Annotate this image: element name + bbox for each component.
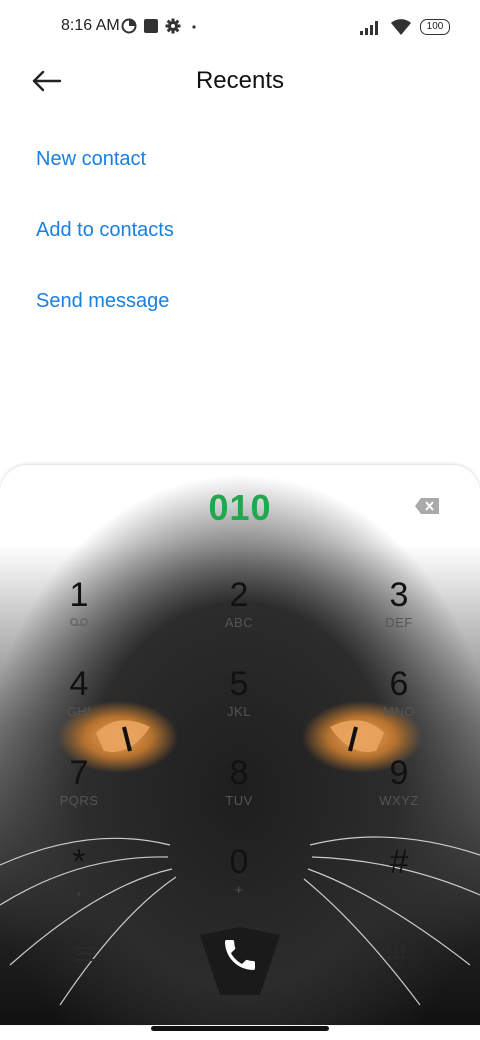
key-1[interactable]: 1 <box>24 575 134 659</box>
key-digit: 4 <box>69 665 89 703</box>
key-digit: 1 <box>69 576 89 614</box>
send-message-link[interactable]: Send message <box>36 290 169 313</box>
key-3[interactable]: 3 DEF <box>344 575 454 659</box>
square-notification-icon <box>144 19 158 33</box>
key-digit: 2 <box>229 576 249 614</box>
key-6[interactable]: 6 MNO <box>344 664 454 748</box>
key-digit: * <box>72 843 86 881</box>
key-digit: 9 <box>389 754 409 792</box>
key-letters: PQRS <box>59 793 99 808</box>
keypad-icon[interactable] <box>386 943 406 965</box>
dialed-number: 010 <box>208 487 272 528</box>
key-digit: 3 <box>389 576 409 614</box>
status-time: 8:16 AM <box>61 17 120 34</box>
key-digit: 0 <box>229 843 249 881</box>
key-digit: # <box>389 843 409 881</box>
key-digit: 6 <box>389 665 409 703</box>
key-2[interactable]: 2 ABC <box>184 575 294 659</box>
app-header: Recents <box>0 56 480 108</box>
key-4[interactable]: 4 GHI <box>24 664 134 748</box>
key-letters: TUV <box>225 793 253 808</box>
battery-icon: 100 <box>420 19 450 35</box>
key-9[interactable]: 9 WXYZ <box>344 753 454 837</box>
key-0[interactable]: 0 + <box>184 842 294 926</box>
page-title: Recents <box>195 67 285 94</box>
dot-icon <box>192 25 196 29</box>
new-contact-link[interactable]: New contact <box>36 148 146 171</box>
key-letters: , <box>76 882 82 897</box>
key-letters: + <box>234 882 244 897</box>
menu-icon[interactable] <box>74 945 96 963</box>
key-letters: MNO <box>383 704 415 719</box>
key-digit: 5 <box>229 665 249 703</box>
home-indicator[interactable] <box>151 1026 329 1031</box>
key-letters: GHI <box>66 704 92 719</box>
key-letters: DEF <box>385 615 413 630</box>
key-hash[interactable]: # <box>344 842 454 926</box>
key-7[interactable]: 7 PQRS <box>24 753 134 837</box>
status-bar: 8:16 AM 100 <box>0 0 480 56</box>
key-digit: 7 <box>69 754 89 792</box>
add-to-contacts-link[interactable]: Add to contacts <box>36 219 174 242</box>
voicemail-icon <box>70 618 88 626</box>
settings-gear-icon <box>165 18 181 34</box>
battery-level: 100 <box>426 21 444 32</box>
call-icon[interactable] <box>220 935 260 975</box>
status-right-icons: 100 <box>360 18 450 36</box>
dialer-panel: 010 1 2 ABC 3 DEF 4 GHI 5 JKL 6 MNO 7 PQ… <box>0 465 480 1025</box>
wifi-icon <box>391 19 411 35</box>
key-letters: JKL <box>227 704 251 719</box>
key-star[interactable]: * , <box>24 842 134 926</box>
key-letters: ABC <box>224 615 254 630</box>
key-letters: WXYZ <box>379 793 419 808</box>
signal-icon <box>360 21 378 35</box>
key-8[interactable]: 8 TUV <box>184 753 294 837</box>
key-5[interactable]: 5 JKL <box>184 664 294 748</box>
data-saver-icon <box>121 18 137 34</box>
backspace-icon[interactable] <box>414 497 440 515</box>
key-digit: 8 <box>229 754 249 792</box>
